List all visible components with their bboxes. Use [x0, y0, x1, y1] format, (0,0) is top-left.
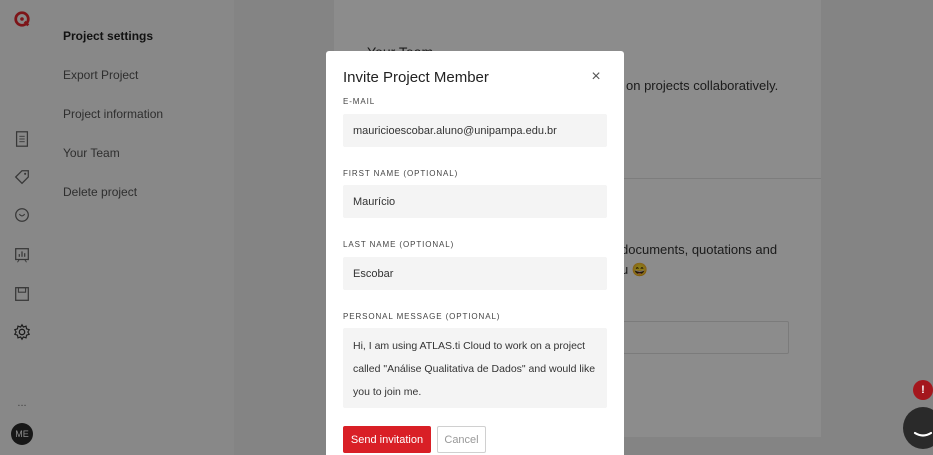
last-name-label: LAST NAME (OPTIONAL) [343, 240, 455, 249]
cancel-button[interactable]: Cancel [437, 426, 486, 453]
chat-bubble-glyph-icon [913, 431, 933, 437]
message-field[interactable]: Hi, I am using ATLAS.ti Cloud to work on… [343, 328, 607, 408]
email-field[interactable]: mauricioescobar.aluno@unipampa.edu.br [343, 114, 607, 147]
last-name-field[interactable]: Escobar [343, 257, 607, 290]
message-label: PERSONAL MESSAGE (OPTIONAL) [343, 312, 501, 321]
close-icon[interactable]: × [588, 69, 604, 85]
dialog-title: Invite Project Member [343, 69, 489, 86]
invite-member-dialog: Invite Project Member × E-MAIL mauricioe… [326, 51, 624, 455]
chat-icon[interactable] [903, 407, 933, 449]
notification-badge[interactable]: ! [913, 380, 933, 400]
first-name-field[interactable]: Maurício [343, 185, 607, 218]
send-invitation-button[interactable]: Send invitation [343, 426, 431, 453]
email-label: E-MAIL [343, 97, 376, 106]
first-name-label: FIRST NAME (OPTIONAL) [343, 169, 459, 178]
